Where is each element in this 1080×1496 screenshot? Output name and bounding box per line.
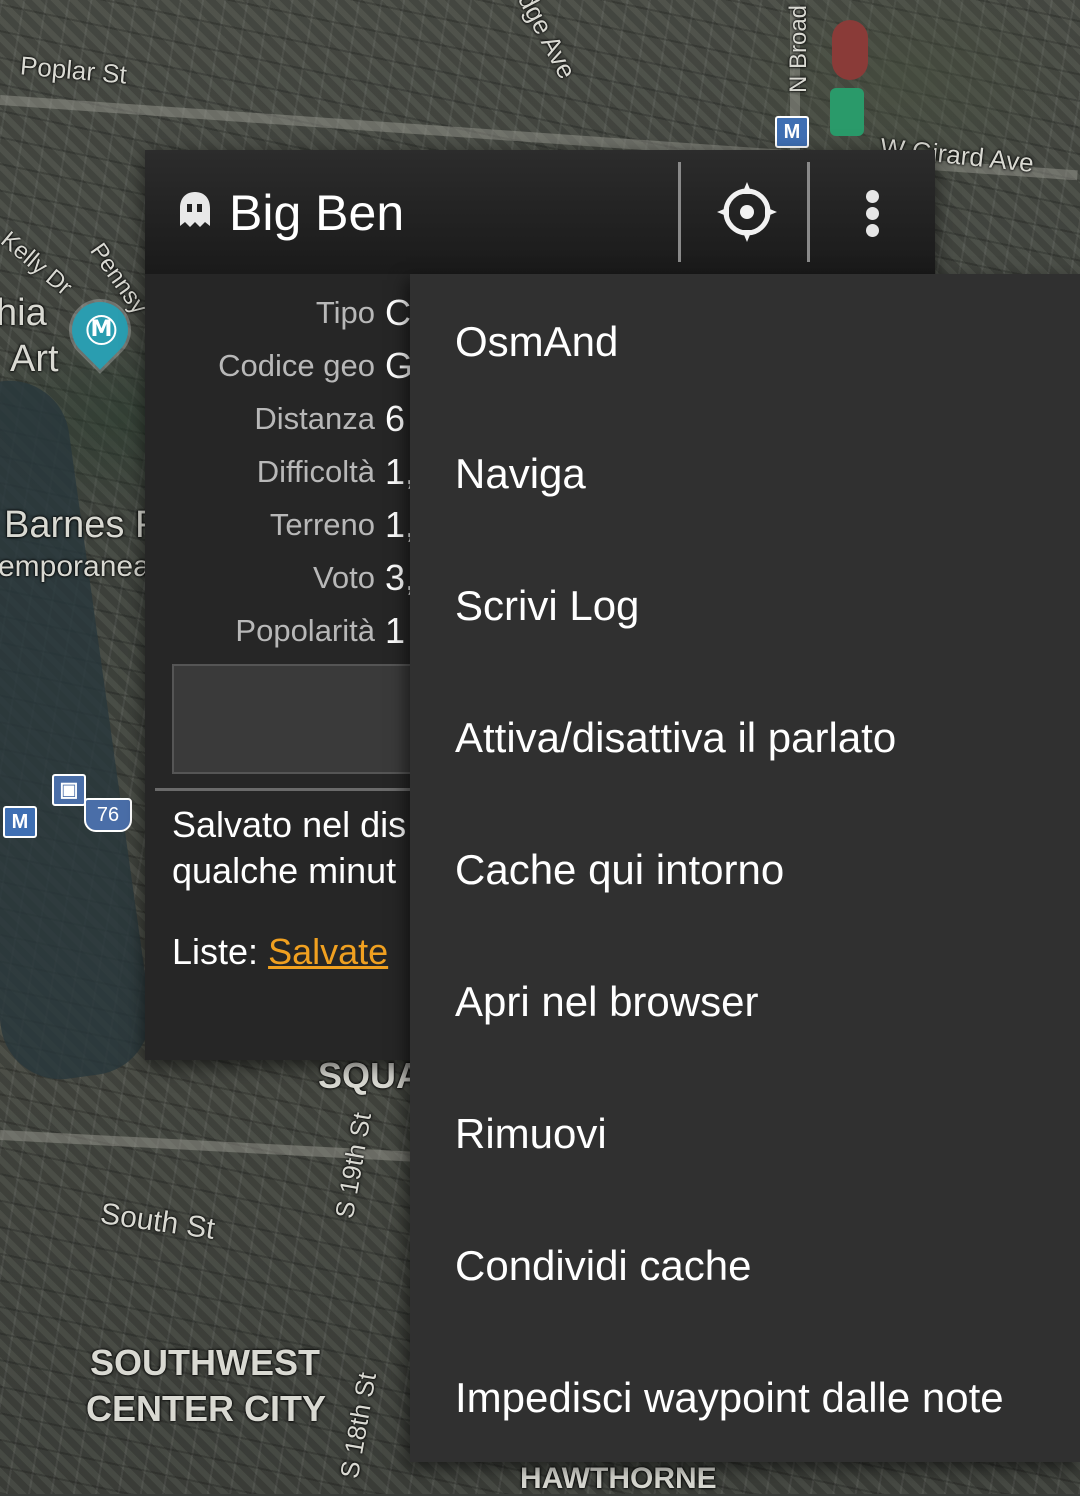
dot — [866, 224, 879, 237]
map-label: Art — [10, 338, 59, 380]
map-label: South St — [98, 1197, 217, 1246]
map-label: CENTER CITY — [86, 1388, 327, 1429]
detail-value: C — [385, 292, 411, 333]
cache-title: Big Ben — [229, 185, 405, 241]
dot — [866, 207, 879, 220]
sports-field — [832, 20, 868, 80]
metro-icon: M — [3, 806, 37, 838]
detail-label: Tipo — [315, 295, 375, 330]
map-label: S 19th St — [328, 1110, 378, 1221]
overflow-menu: OsmAnd Naviga Scrivi Log Attiva/disattiv… — [410, 274, 1080, 1462]
menu-item-toggle-speech[interactable]: Attiva/disattiva il parlato — [410, 672, 1080, 804]
menu-item-remove[interactable]: Rimuovi — [410, 1068, 1080, 1200]
header-divider — [678, 162, 681, 262]
menu-item-prevent-waypoints[interactable]: Impedisci waypoint dalle note — [410, 1332, 1080, 1464]
map-label: Kelly Dr — [0, 226, 78, 301]
menu-item-share-cache[interactable]: Condividi cache — [410, 1200, 1080, 1332]
sports-field — [830, 88, 864, 136]
interstate-shield-icon: 76 — [84, 798, 132, 832]
menu-item-osmand[interactable]: OsmAnd — [410, 276, 1080, 408]
map-label: HAWTHORNE — [520, 1462, 717, 1495]
detail-value: 6 — [385, 398, 406, 439]
menu-item-nearby-caches[interactable]: Cache qui intorno — [410, 804, 1080, 936]
map-label: hia — [0, 292, 47, 334]
compass-target-icon — [717, 182, 777, 242]
menu-item-navigate[interactable]: Naviga — [410, 408, 1080, 540]
detail-label: Popolarità — [235, 613, 375, 648]
detail-value: 1 — [385, 610, 406, 651]
map-label: emporanea — [0, 550, 150, 583]
museum-icon: M — [86, 315, 117, 345]
lists-link-saved[interactable]: Salvate — [268, 931, 388, 972]
river — [0, 372, 158, 1088]
map-label: S 18th St — [333, 1370, 383, 1481]
map-label: SOUTHWEST — [90, 1342, 320, 1383]
detail-label: Difficoltà — [256, 454, 375, 489]
dot — [866, 190, 879, 203]
detail-label: Terreno — [269, 507, 375, 542]
detail-value: G — [385, 345, 414, 386]
ghost-cache-icon — [180, 192, 210, 227]
map-label: Poplar St — [18, 50, 129, 90]
header-divider — [807, 162, 810, 262]
map-label: N Broad — [785, 4, 813, 94]
map-label: SQUA — [318, 1055, 423, 1096]
detail-label: Voto — [312, 560, 375, 595]
popup-header: Big Ben — [145, 150, 935, 274]
menu-item-open-browser[interactable]: Apri nel browser — [410, 936, 1080, 1068]
menu-item-write-log[interactable]: Scrivi Log — [410, 540, 1080, 672]
navigate-target-button[interactable] — [685, 150, 809, 274]
lists-label: Liste: — [172, 931, 259, 972]
lists-row: Liste: Salvate — [172, 928, 388, 976]
detail-label: Codice geo — [218, 348, 375, 383]
more-options-button[interactable] — [811, 150, 935, 274]
train-station-icon: ▣ — [52, 774, 86, 806]
detail-label: Distanza — [254, 401, 375, 436]
map-label: Barnes F — [4, 504, 159, 546]
metro-icon: M — [775, 116, 809, 148]
map-label: dge Ave — [512, 0, 583, 84]
